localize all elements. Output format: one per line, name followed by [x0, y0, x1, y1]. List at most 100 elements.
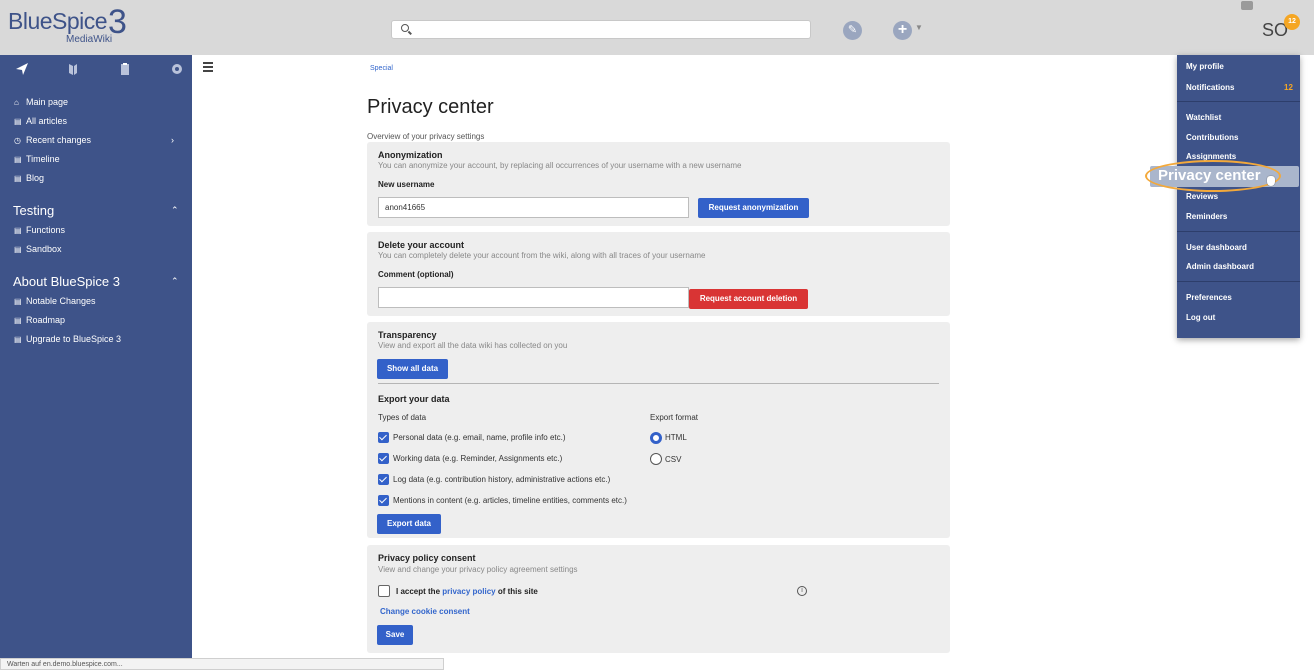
sidebar-item-main-page[interactable]: ⌂ Main page: [14, 95, 68, 109]
personal-data-label: Personal data (e.g. email, name, profile…: [393, 433, 566, 442]
clipboard-icon[interactable]: [117, 61, 133, 77]
info-icon[interactable]: i: [797, 586, 807, 596]
sidebar-item-functions[interactable]: ▤ Functions: [14, 223, 65, 237]
privacy-policy-link[interactable]: privacy policy: [442, 587, 495, 596]
book-icon[interactable]: [65, 61, 81, 77]
show-all-data-button[interactable]: Show all data: [377, 359, 448, 379]
sidebar-item-timeline[interactable]: ▤ Timeline: [14, 152, 60, 166]
transparency-description: View and export all the data wiki has co…: [378, 341, 568, 350]
page-icon: ▤: [14, 225, 22, 235]
sidebar-item-recent-changes[interactable]: ◷ Recent changes: [14, 133, 91, 147]
chevron-down-icon[interactable]: ▼: [915, 23, 923, 32]
transparency-heading: Transparency: [378, 330, 437, 340]
delete-account-panel: Delete your account You can completely d…: [367, 232, 950, 316]
comment-label: Comment (optional): [378, 270, 454, 279]
anonymization-panel: Anonymization You can anonymize your acc…: [367, 142, 950, 226]
sidebar-item-blog[interactable]: ▤ Blog: [14, 171, 44, 185]
navigation-icon[interactable]: [14, 61, 30, 77]
chevron-up-icon[interactable]: ⌃: [171, 205, 179, 216]
export-data-button[interactable]: Export data: [377, 514, 441, 534]
export-format-label: Export format: [650, 413, 699, 422]
user-menu: My profile Notifications 12 Watchlist Co…: [1177, 55, 1300, 338]
page-icon: ▤: [14, 296, 22, 306]
menu-item-watchlist[interactable]: Watchlist: [1186, 113, 1221, 122]
page-icon: ▤: [14, 116, 22, 126]
delete-account-heading: Delete your account: [378, 240, 465, 250]
privacy-consent-description: View and change your privacy policy agre…: [378, 565, 578, 574]
menu-item-contributions[interactable]: Contributions: [1186, 133, 1238, 142]
working-data-checkbox[interactable]: [378, 453, 389, 464]
search-icon: [401, 24, 409, 32]
mentions-checkbox[interactable]: [378, 495, 389, 506]
page-icon: ▤: [14, 334, 22, 344]
page-icon: ▤: [14, 173, 22, 183]
working-data-label: Working data (e.g. Reminder, Assignments…: [393, 454, 563, 463]
types-of-data-label: Types of data: [378, 413, 427, 422]
privacy-consent-panel: Privacy policy consent View and change y…: [367, 545, 950, 653]
search-input[interactable]: [391, 20, 811, 39]
sidebar-item-sandbox[interactable]: ▤ Sandbox: [14, 242, 62, 256]
divider: [378, 383, 939, 384]
log-data-label: Log data (e.g. contribution history, adm…: [393, 475, 611, 484]
notifications-count: 12: [1284, 83, 1293, 92]
page-icon: ▤: [14, 244, 22, 254]
sidebar-section-testing[interactable]: Testing: [13, 203, 54, 218]
menu-item-log-out[interactable]: Log out: [1186, 313, 1215, 322]
menu-item-notifications[interactable]: Notifications: [1186, 83, 1234, 92]
edit-button[interactable]: ✎: [843, 21, 862, 40]
privacy-center-label: Privacy center: [1158, 167, 1261, 184]
comment-input[interactable]: [378, 287, 689, 308]
chevron-up-icon[interactable]: ⌃: [171, 276, 179, 287]
save-button[interactable]: Save: [377, 625, 413, 645]
clock-icon: ◷: [14, 135, 21, 145]
menu-separator: [1177, 231, 1300, 232]
pencil-icon: ✎: [847, 24, 858, 36]
menu-item-user-dashboard[interactable]: User dashboard: [1186, 243, 1247, 252]
new-username-input[interactable]: anon41665: [378, 197, 689, 218]
export-data-heading: Export your data: [378, 394, 450, 404]
create-button[interactable]: +: [893, 21, 912, 40]
privacy-consent-heading: Privacy policy consent: [378, 553, 476, 563]
new-username-label: New username: [378, 180, 435, 189]
request-account-deletion-button[interactable]: Request account deletion: [689, 289, 808, 309]
menu-item-preferences[interactable]: Preferences: [1186, 293, 1232, 302]
page-subtitle: Overview of your privacy settings: [367, 132, 485, 141]
log-data-checkbox[interactable]: [378, 474, 389, 485]
menu-item-admin-dashboard[interactable]: Admin dashboard: [1186, 262, 1254, 271]
menu-icon[interactable]: [203, 62, 213, 74]
transparency-panel: Transparency View and export all the dat…: [367, 322, 950, 538]
sidebar-item-notable-changes[interactable]: ▤ Notable Changes: [14, 294, 96, 308]
page-title: Privacy center: [367, 96, 494, 118]
chevron-right-icon[interactable]: ›: [171, 135, 174, 145]
sidebar-item-upgrade[interactable]: ▤ Upgrade to BlueSpice 3: [14, 332, 121, 346]
top-header: BlueSpice 3 MediaWiki ✎ + ▼ SO 12: [0, 0, 1314, 55]
menu-item-my-profile[interactable]: My profile: [1186, 62, 1224, 71]
anonymization-description: You can anonymize your account, by repla…: [378, 161, 742, 170]
menu-item-reviews[interactable]: Reviews: [1186, 192, 1218, 201]
sidebar-item-roadmap[interactable]: ▤ Roadmap: [14, 313, 65, 327]
personal-data-checkbox[interactable]: [378, 432, 389, 443]
menu-item-reminders[interactable]: Reminders: [1186, 212, 1227, 221]
menu-separator: [1177, 281, 1300, 282]
html-format-radio[interactable]: [650, 432, 662, 444]
delete-account-description: You can completely delete your account f…: [378, 251, 706, 260]
page-icon: ▤: [14, 154, 22, 164]
status-bar: Warten auf en.demo.bluespice.com...: [0, 658, 444, 670]
menu-separator: [1177, 101, 1300, 102]
breadcrumb[interactable]: Special: [370, 65, 393, 72]
gear-icon[interactable]: [169, 61, 185, 77]
accept-policy-label: I accept the privacy policy of this site: [396, 587, 538, 596]
page-icon: ▤: [14, 315, 22, 325]
change-cookie-consent-link[interactable]: Change cookie consent: [380, 607, 470, 616]
bluespice-logo[interactable]: BlueSpice 3 MediaWiki: [8, 3, 148, 50]
user-menu-toggle[interactable]: [1241, 1, 1253, 10]
plus-icon: +: [897, 21, 908, 38]
csv-format-radio[interactable]: [650, 453, 662, 465]
sidebar: ⌂ Main page ▤ All articles ◷ Recent changes…: [0, 55, 192, 670]
notification-badge[interactable]: 12: [1284, 14, 1300, 30]
sidebar-section-about[interactable]: About BlueSpice 3: [13, 274, 120, 289]
request-anonymization-button[interactable]: Request anonymization: [698, 198, 809, 218]
sidebar-item-all-articles[interactable]: ▤ All articles: [14, 114, 67, 128]
mentions-label: Mentions in content (e.g. articles, time…: [393, 496, 627, 505]
accept-policy-checkbox[interactable]: [378, 585, 390, 597]
